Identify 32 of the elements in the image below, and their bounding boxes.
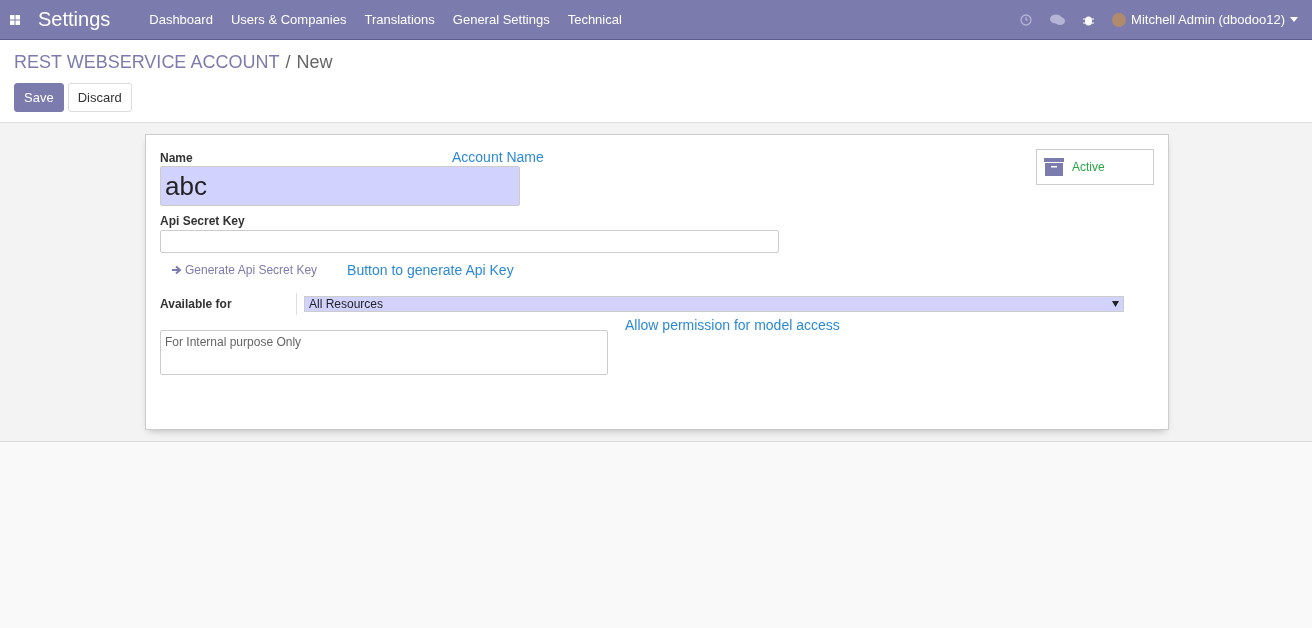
available-for-dropdown[interactable]: All Resources (304, 296, 1124, 312)
caret-icon (1290, 17, 1298, 22)
breadcrumb-link[interactable]: REST WEBSERVICE ACCOUNT (14, 52, 280, 73)
caret-icon (1112, 301, 1119, 307)
breadcrumb-separator: / (285, 52, 291, 73)
menu-item[interactable]: Users & Companies (221, 12, 356, 27)
save-button[interactable]: Save (14, 83, 64, 112)
field-label: Api Secret Key (160, 214, 246, 228)
apps-grid-icon[interactable] (10, 14, 20, 25)
menu-item[interactable]: General Settings (443, 12, 559, 27)
menu-item[interactable]: Dashboard (140, 12, 222, 27)
annotation-text: Account Name (452, 149, 544, 165)
avatar-icon (1112, 12, 1127, 27)
clock-icon[interactable] (1020, 13, 1033, 26)
breadcrumb-current: New (296, 52, 333, 73)
description-textarea[interactable]: For Internal purpose Only (160, 330, 608, 375)
chat-icon[interactable] (1050, 13, 1066, 26)
menu-item[interactable]: Technical (558, 12, 631, 27)
user-menu[interactable]: Mitchell Admin (dbodoo12) (1112, 12, 1298, 27)
archive-icon (1044, 158, 1064, 176)
menu-item[interactable]: Translations (355, 12, 444, 27)
annotation-text: Allow permission for model access (625, 317, 840, 333)
arrow-right-icon (172, 265, 182, 275)
name-input-field[interactable]: abc (160, 166, 520, 206)
annotation-text: Button to generate Api Key (347, 262, 514, 278)
field-label: Name (160, 151, 194, 165)
app-title: Settings (38, 8, 111, 31)
generate-key-button[interactable]: Generate Api Secret Key (170, 261, 320, 279)
discard-button[interactable]: Discard (67, 83, 132, 112)
active-toggle-button[interactable]: Active (1036, 149, 1154, 185)
field-label: Available for (160, 297, 233, 311)
api-key-input-field[interactable] (160, 230, 779, 253)
